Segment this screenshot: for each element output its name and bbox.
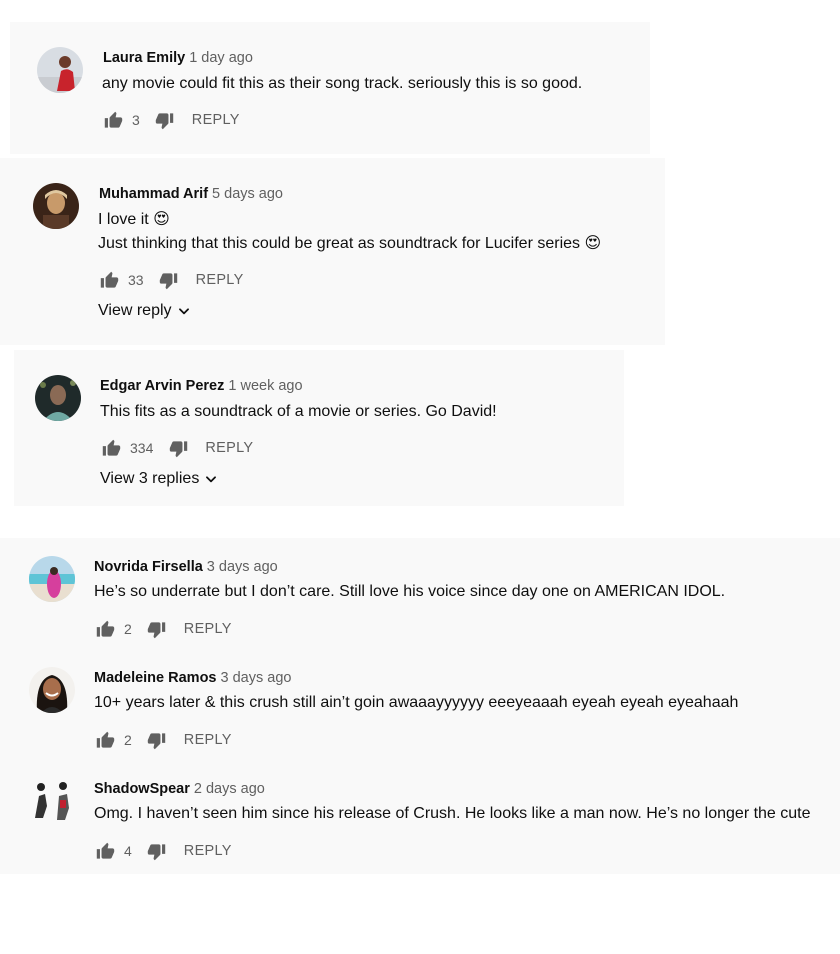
- comment-actions: 4 REPLY: [94, 840, 232, 862]
- comment-timestamp[interactable]: 1 week ago: [228, 378, 302, 394]
- like-count: 4: [124, 843, 132, 859]
- comment-timestamp[interactable]: 3 days ago: [221, 670, 292, 686]
- comment-thread: Muhammad Arif 5 days ago I love it 😍 Just…: [33, 183, 653, 328]
- avatar-shadowspear-icon: [29, 778, 75, 824]
- comment-text: any movie could fit this as their song t…: [102, 75, 583, 92]
- author-name[interactable]: Edgar Arvin Perez: [100, 378, 224, 394]
- thumbs-down-icon[interactable]: [146, 618, 168, 640]
- avatar[interactable]: [37, 47, 83, 93]
- comment-actions: 33 REPLY: [98, 269, 244, 291]
- comment-timestamp[interactable]: 2 days ago: [194, 781, 265, 797]
- reply-button[interactable]: REPLY: [205, 440, 253, 456]
- thumbs-up-icon[interactable]: [94, 618, 116, 640]
- thumbs-up-icon[interactable]: [98, 269, 120, 291]
- thumbs-down-icon[interactable]: [146, 729, 168, 751]
- comment-timestamp[interactable]: 5 days ago: [212, 186, 283, 202]
- reply-button[interactable]: REPLY: [192, 112, 240, 128]
- thumbs-up-icon[interactable]: [94, 840, 116, 862]
- avatar-edgar-arvin-perez-icon: [35, 375, 81, 421]
- author-name[interactable]: Novrida Firsella: [94, 559, 203, 575]
- avatar[interactable]: [33, 183, 79, 229]
- chevron-down-icon: [204, 472, 218, 486]
- avatar[interactable]: [35, 375, 81, 421]
- thumbs-down-icon[interactable]: [154, 109, 176, 131]
- avatar-madeleine-ramos-icon: [29, 667, 75, 713]
- comment-thread: Madeleine Ramos 3 days ago 10+ years late…: [29, 667, 829, 757]
- view-replies-label: View 3 replies: [100, 470, 200, 487]
- avatar[interactable]: [29, 556, 75, 602]
- reply-button[interactable]: REPLY: [184, 621, 232, 637]
- reply-button[interactable]: REPLY: [184, 732, 232, 748]
- comment-text: 10+ years later & this crush still ain’t…: [94, 694, 739, 711]
- reply-button[interactable]: REPLY: [196, 272, 244, 288]
- view-replies-button[interactable]: View 3 replies: [100, 470, 218, 488]
- comment-thread: Novrida Firsella 3 days ago He’s so under…: [29, 556, 829, 646]
- avatar-muhammad-arif-icon: [33, 183, 79, 229]
- comment-thread: Laura Emily 1 day ago any movie could fit…: [37, 47, 637, 137]
- view-replies-label: View reply: [98, 302, 172, 319]
- thumbs-down-icon[interactable]: [158, 269, 180, 291]
- author-name[interactable]: ShadowSpear: [94, 781, 190, 797]
- comment-timestamp[interactable]: 3 days ago: [207, 559, 278, 575]
- like-count: 334: [130, 440, 154, 456]
- comment-text: Omg. I haven’t seen him since his releas…: [94, 805, 811, 822]
- comment-actions: 2 REPLY: [94, 729, 232, 751]
- comment-text: He’s so underrate but I don’t care. Stil…: [94, 583, 726, 600]
- avatar[interactable]: [29, 778, 75, 824]
- like-count: 33: [128, 272, 144, 288]
- author-name[interactable]: Madeleine Ramos: [94, 670, 217, 686]
- avatar[interactable]: [29, 667, 75, 713]
- thumbs-up-icon[interactable]: [100, 437, 122, 459]
- author-name[interactable]: Laura Emily: [103, 50, 185, 66]
- avatar-laura-emily-icon: [37, 47, 83, 93]
- comment-actions: 3 REPLY: [102, 109, 240, 131]
- chevron-down-icon: [177, 304, 191, 318]
- comment-text: I love it 😍 Just thinking that this coul…: [98, 211, 602, 252]
- thumbs-up-icon[interactable]: [102, 109, 124, 131]
- comment-thread: ShadowSpear 2 days ago Omg. I haven’t see…: [29, 778, 840, 868]
- comment-actions: 334 REPLY: [100, 437, 253, 459]
- view-replies-button[interactable]: View reply: [98, 302, 191, 320]
- reply-button[interactable]: REPLY: [184, 843, 232, 859]
- like-count: 2: [124, 621, 132, 637]
- comment-thread: Edgar Arvin Perez 1 week ago This fits as…: [35, 375, 615, 495]
- comment-actions: 2 REPLY: [94, 618, 232, 640]
- thumbs-down-icon[interactable]: [146, 840, 168, 862]
- like-count: 3: [132, 112, 140, 128]
- comment-timestamp[interactable]: 1 day ago: [189, 50, 253, 66]
- comment-text: This fits as a soundtrack of a movie or …: [100, 403, 497, 420]
- avatar-novrida-firsella-icon: [29, 556, 75, 602]
- thumbs-down-icon[interactable]: [167, 437, 189, 459]
- thumbs-up-icon[interactable]: [94, 729, 116, 751]
- like-count: 2: [124, 732, 132, 748]
- author-name[interactable]: Muhammad Arif: [99, 186, 208, 202]
